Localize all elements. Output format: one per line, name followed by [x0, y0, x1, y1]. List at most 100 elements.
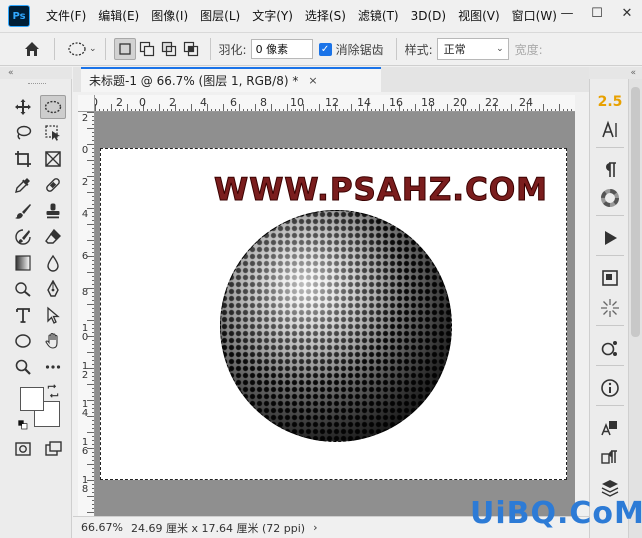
canvas-text-layer[interactable]: WWW.PSAHZ.COM — [213, 172, 548, 209]
screen-mode-button[interactable] — [40, 437, 66, 461]
edit-toolbar-button[interactable] — [40, 355, 66, 379]
menu-3d[interactable]: 3D(D) — [405, 0, 452, 32]
ruler-label: 2 — [81, 177, 89, 188]
eraser-tool[interactable] — [40, 225, 66, 249]
intersect-selection-button[interactable] — [180, 38, 202, 60]
restore-button[interactable]: ☐ — [582, 0, 612, 26]
gradient-tool[interactable] — [10, 251, 36, 275]
elliptical-marquee-preset[interactable]: ⌄ — [67, 41, 97, 57]
healing-brush-tool[interactable] — [40, 173, 66, 197]
antialias-checkbox[interactable]: ✓ — [318, 42, 332, 56]
blur-tool[interactable] — [40, 251, 66, 275]
menu-layer[interactable]: 图层(L) — [194, 0, 246, 32]
menu-image[interactable]: 图像(I) — [145, 0, 194, 32]
status-menu-arrow[interactable]: › — [313, 521, 317, 534]
libraries-panel-button[interactable] — [595, 265, 625, 291]
vertical-ruler[interactable]: 2 0 2 4 6 8 1 0 1 2 1 4 1 6 1 8 — [78, 112, 95, 516]
frame-tool[interactable] — [40, 147, 66, 171]
zoom-tool[interactable] — [10, 355, 36, 379]
ruler-label: 22 — [485, 96, 499, 109]
hand-tool[interactable] — [40, 329, 66, 353]
menu-view[interactable]: 视图(V) — [452, 0, 506, 32]
ruler-label: 1 4 — [81, 399, 89, 419]
panel-scrollbar[interactable] — [629, 79, 642, 538]
glyphs-icon — [601, 421, 617, 436]
close-tab-icon[interactable]: × — [308, 74, 317, 87]
subtract-selection-icon — [161, 41, 176, 57]
eyedropper-icon — [15, 178, 30, 193]
lasso-tool[interactable] — [10, 121, 36, 145]
actions-panel-button[interactable] — [595, 225, 625, 251]
eyedropper-tool[interactable] — [10, 173, 36, 197]
separator — [596, 215, 624, 216]
ruler-label: 1 2 — [81, 361, 89, 381]
menu-edit[interactable]: 编辑(E) — [92, 0, 145, 32]
character-panel-button[interactable] — [595, 117, 625, 143]
separator — [596, 325, 624, 326]
subtract-selection-button[interactable] — [158, 38, 180, 60]
window-controls: — ☐ ✕ — [552, 0, 642, 26]
history-brush-tool[interactable] — [10, 225, 36, 249]
style-select[interactable]: 正常 ⌄ — [436, 38, 509, 60]
version-panel-button[interactable]: 2.5 — [595, 89, 625, 115]
glyphs-panel-button[interactable] — [595, 415, 625, 441]
new-selection-button[interactable] — [113, 38, 136, 60]
elliptical-marquee-tool[interactable] — [40, 95, 66, 119]
ruler-label: 16 — [389, 96, 403, 109]
menu-type[interactable]: 文字(Y) — [246, 0, 299, 32]
move-icon — [15, 99, 31, 115]
brush-tool[interactable] — [10, 199, 36, 223]
dodge-tool[interactable] — [10, 277, 36, 301]
menu-filter[interactable]: 滤镜(T) — [352, 0, 405, 32]
minimize-button[interactable]: — — [552, 0, 582, 26]
swap-colors-button[interactable] — [44, 383, 62, 399]
info-panel-button[interactable] — [595, 375, 625, 401]
paragraph-panel-button[interactable] — [595, 157, 625, 183]
feather-input[interactable] — [250, 39, 313, 59]
document-dimensions: 24.69 厘米 x 17.64 厘米 (72 ppi) — [131, 521, 306, 535]
path-selection-tool[interactable] — [40, 303, 66, 327]
chevron-down-icon: ⌄ — [89, 44, 97, 54]
close-button[interactable]: ✕ — [612, 0, 642, 26]
foreground-color-swatch[interactable] — [20, 387, 44, 411]
zoom-level[interactable]: 66.67% — [81, 521, 127, 534]
gradient-icon — [15, 255, 31, 271]
shape-tool[interactable] — [10, 329, 36, 353]
ruler-origin[interactable] — [78, 95, 95, 112]
home-button[interactable] — [18, 35, 46, 63]
halftone-sphere[interactable] — [220, 210, 452, 442]
pen-tool[interactable] — [40, 277, 66, 301]
type-tool[interactable] — [10, 303, 36, 327]
crop-tool[interactable] — [10, 147, 36, 171]
ruler-label: 2 — [116, 96, 123, 109]
toolbar-collapse-toggle[interactable]: « — [0, 67, 72, 79]
panel-scrollbar-thumb[interactable] — [631, 87, 640, 337]
menu-file[interactable]: 文件(F) — [40, 0, 92, 32]
object-selection-icon — [45, 125, 60, 141]
ruler-label: 4 — [200, 96, 207, 109]
paragraph-styles-panel-button[interactable] — [595, 445, 625, 471]
menu-items: 文件(F) 编辑(E) 图像(I) 图层(L) 文字(Y) 选择(S) 滤镜(T… — [40, 0, 563, 32]
paragraph-icon — [606, 162, 616, 177]
droplet-icon — [47, 254, 59, 272]
quick-mask-button[interactable] — [10, 437, 36, 461]
dodge-icon — [15, 282, 31, 297]
object-selection-tool[interactable] — [40, 121, 66, 145]
default-colors-button[interactable] — [14, 417, 32, 433]
channels-panel-button[interactable] — [595, 335, 625, 361]
swap-arrows-icon — [47, 384, 59, 398]
frame-icon — [45, 151, 61, 167]
document-tab[interactable]: 未标题-1 @ 66.7% (图层 1, RGB/8) * × — [81, 67, 381, 92]
menu-select[interactable]: 选择(S) — [299, 0, 352, 32]
horizontal-ruler[interactable]: 0 2 0 2 4 6 8 10 12 14 16 18 20 22 24 — [95, 95, 575, 112]
panel-collapse-toggle[interactable]: « — [589, 67, 642, 79]
swatches-panel-button[interactable] — [595, 185, 625, 211]
ruler-label: 1 6 — [81, 437, 89, 457]
play-icon — [605, 231, 617, 245]
adjustments-panel-button[interactable] — [595, 295, 625, 321]
clone-stamp-tool[interactable] — [40, 199, 66, 223]
add-selection-button[interactable] — [136, 38, 158, 60]
ruler-label: 4 — [81, 209, 89, 220]
move-tool[interactable] — [10, 95, 36, 119]
default-colors-icon — [18, 420, 28, 430]
